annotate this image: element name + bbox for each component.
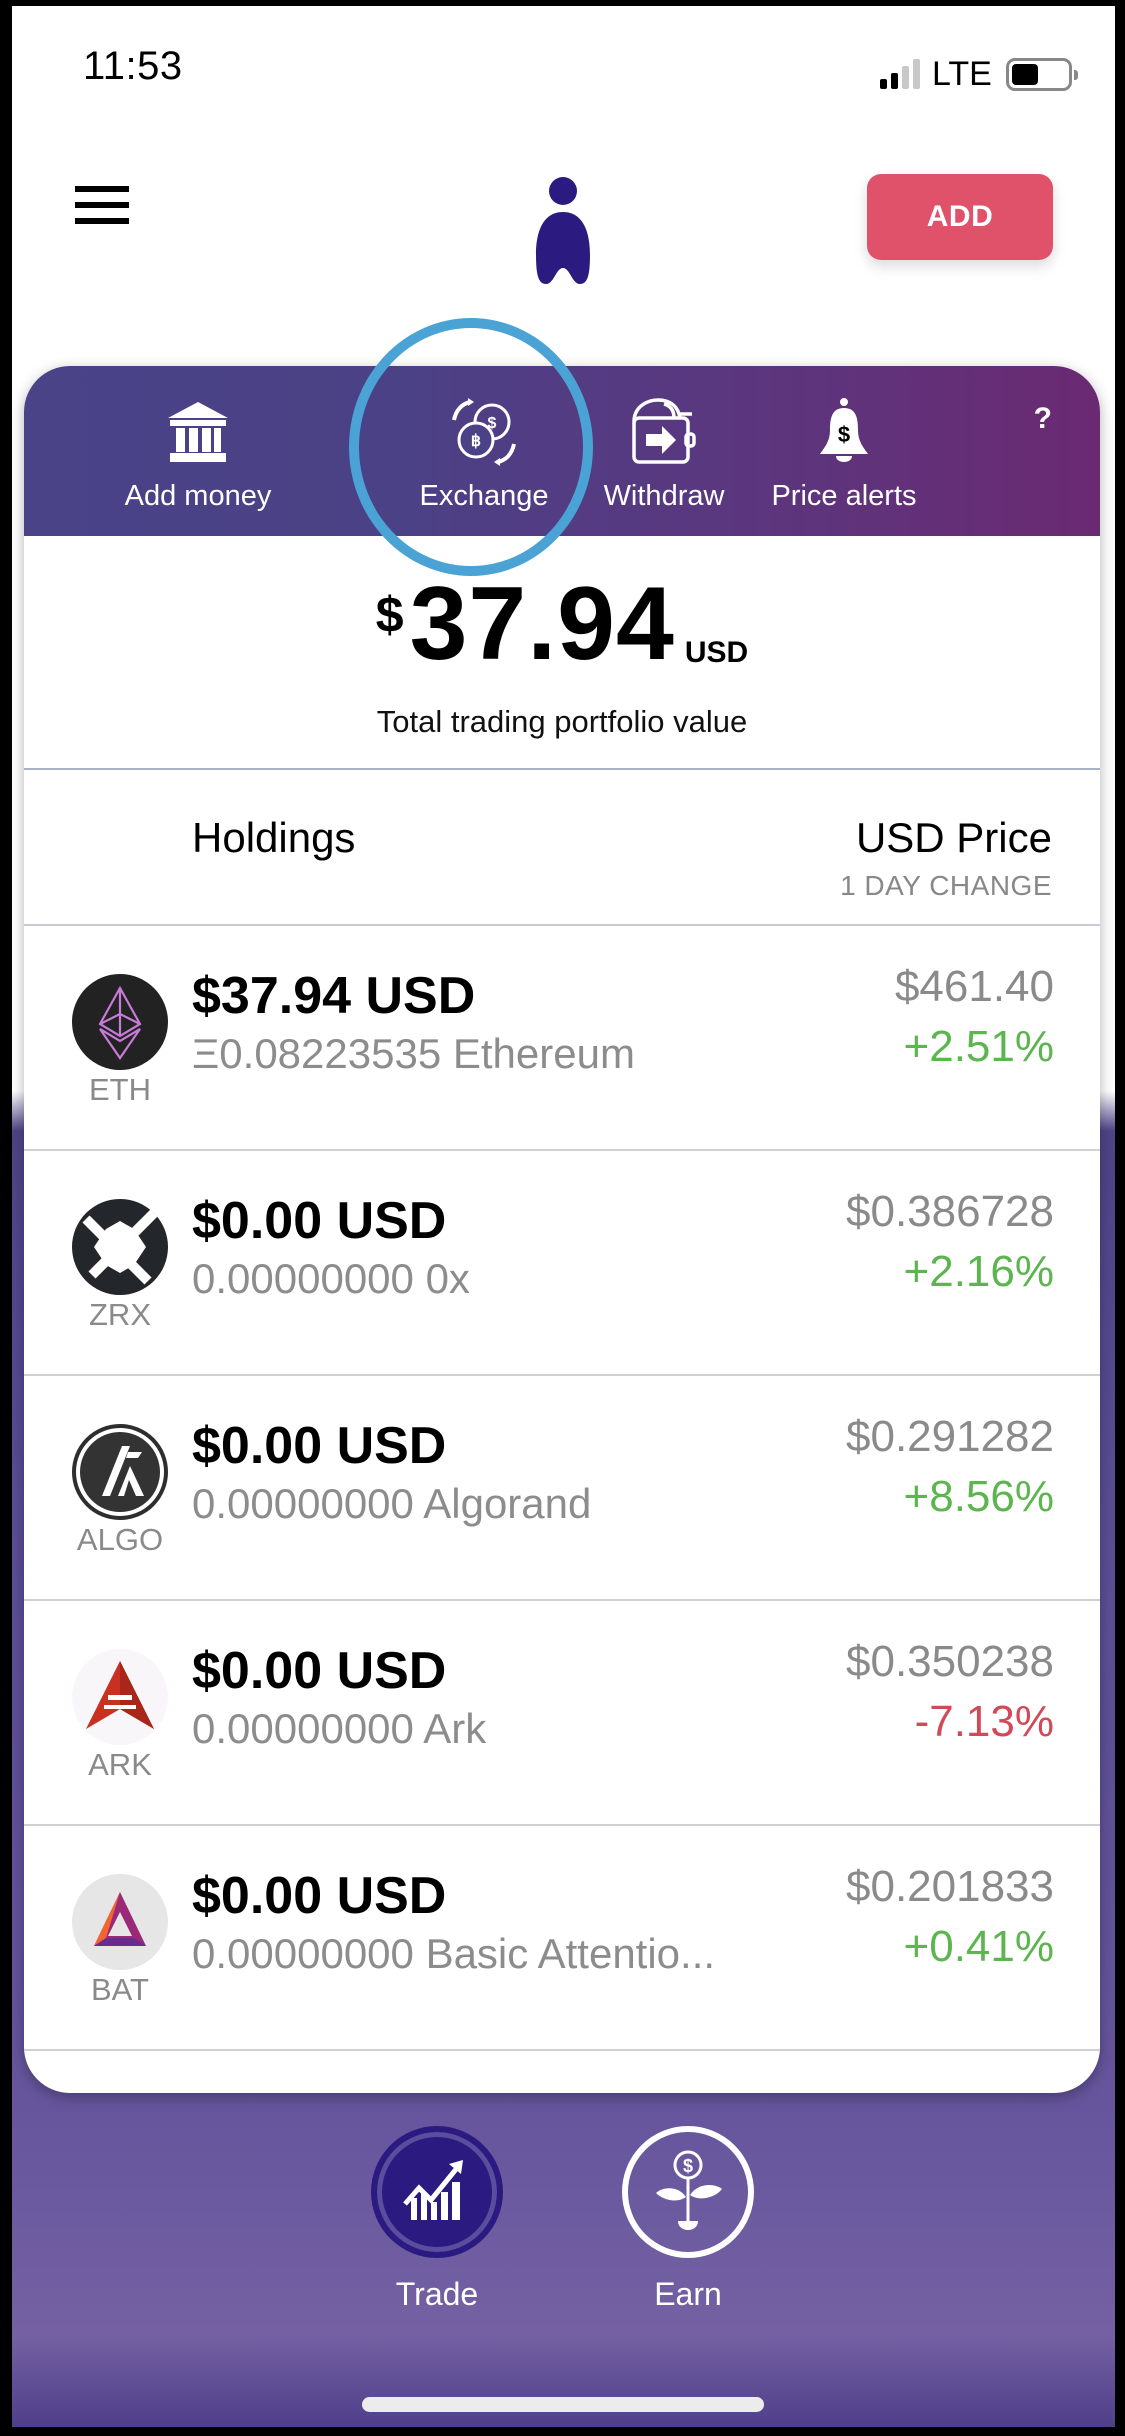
action-label: Withdraw [603, 480, 725, 512]
action-withdraw[interactable]: Withdraw [589, 396, 739, 513]
holding-usd-value: $0.00 USD [192, 1642, 447, 1700]
currency-symbol: $ [375, 587, 404, 643]
holdings-list: ETH $37.94 USD Ξ0.08223535 Ethereum $461… [24, 926, 1100, 2051]
network-label: LTE [932, 54, 992, 93]
action-label: Add money [124, 480, 272, 512]
status-indicators: LTE [880, 54, 1078, 93]
holding-row-algo[interactable]: ALGO $0.00 USD 0.00000000 Algorand $0.29… [24, 1376, 1100, 1601]
algorand-icon [72, 1424, 168, 1520]
exchange-coins-icon: $ ฿ [452, 398, 516, 466]
money-plant-icon: $ [656, 2150, 722, 2230]
usd-price-heading: USD Price [855, 814, 1052, 861]
app-screen: 11:53 LTE ADD Add money $ ฿ Exchange Wit… [12, 6, 1115, 2427]
svg-text:$: $ [838, 422, 850, 447]
action-exchange[interactable]: $ ฿ Exchange [409, 396, 559, 513]
day-change: +2.16% [903, 1247, 1054, 1296]
status-time: 11:53 [83, 44, 183, 88]
help-button[interactable]: ? [1034, 402, 1052, 436]
holding-quantity: 0.00000000 Ark [192, 1705, 487, 1752]
holding-row-ark[interactable]: ARK $0.00 USD 0.00000000 Ark $0.350238 -… [24, 1601, 1100, 1826]
signal-icon [880, 59, 920, 89]
svg-text:$: $ [683, 2156, 693, 2176]
wallet-withdraw-icon [632, 398, 696, 464]
ethereum-icon [72, 974, 168, 1070]
add-button[interactable]: ADD [867, 174, 1053, 260]
portfolio-caption: Total trading portfolio value [376, 704, 748, 739]
action-add-money[interactable]: Add money [123, 396, 273, 513]
svg-text:฿: ฿ [471, 433, 481, 450]
holding-usd-value: $0.00 USD [192, 1192, 447, 1250]
day-change: +2.51% [903, 1022, 1054, 1071]
action-label: Price alerts [771, 480, 917, 512]
bank-icon [168, 402, 228, 462]
chart-growth-icon [403, 2160, 463, 2220]
holding-usd-value: $0.00 USD [192, 1867, 447, 1925]
holding-usd-value: $37.94 USD [192, 967, 476, 1025]
bat-icon [72, 1874, 168, 1970]
nav-label: Earn [654, 2276, 722, 2312]
action-price-alerts[interactable]: $ Price alerts [759, 396, 929, 513]
holdings-header: Holdings USD Price 1 DAY CHANGE [24, 772, 1100, 926]
day-change-heading: 1 DAY CHANGE [840, 870, 1052, 901]
portfolio-card: Add money $ ฿ Exchange Withdraw $ Price … [24, 366, 1100, 2093]
coin-price: $0.201833 [846, 1862, 1054, 1911]
holding-quantity: 0.00000000 Algorand [192, 1480, 592, 1527]
holding-row-zrx[interactable]: ZRX $0.00 USD 0.00000000 0x $0.386728 +2… [24, 1151, 1100, 1376]
coin-ticker: ALGO [76, 1522, 164, 1557]
holding-quantity: 0.00000000 0x [192, 1255, 470, 1302]
day-change: +8.56% [903, 1472, 1054, 1521]
holdings-heading: Holdings [192, 814, 356, 861]
home-indicator[interactable] [362, 2397, 764, 2412]
holding-quantity: 0.00000000 Basic Attentio... [192, 1930, 716, 1977]
battery-icon [1005, 57, 1078, 91]
portfolio-total: $ 37.94 USD Total trading portfolio valu… [24, 536, 1100, 770]
holding-row-bat[interactable]: BAT $0.00 USD 0.00000000 Basic Attentio.… [24, 1826, 1100, 2051]
coin-ticker: ETH [89, 1072, 151, 1107]
portfolio-value: 37.94 [409, 566, 675, 682]
coin-ticker: ZRX [89, 1297, 151, 1332]
coin-ticker: BAT [91, 1972, 149, 2007]
person-logo [536, 177, 590, 284]
day-change: +0.41% [903, 1922, 1054, 1971]
holding-row-eth[interactable]: ETH $37.94 USD Ξ0.08223535 Ethereum $461… [24, 926, 1100, 1151]
coin-price: $0.291282 [846, 1412, 1054, 1461]
coin-price: $0.350238 [846, 1637, 1054, 1686]
coin-price: $0.386728 [846, 1187, 1054, 1236]
quick-actions-bar: Add money $ ฿ Exchange Withdraw $ Price … [24, 366, 1100, 536]
holding-usd-value: $0.00 USD [192, 1417, 447, 1475]
portfolio-currency: USD [684, 636, 749, 669]
nav-label: Trade [395, 2276, 479, 2312]
zrx-icon [72, 1199, 168, 1295]
nav-earn[interactable]: $ Earn [613, 2126, 763, 2313]
bell-dollar-icon: $ [820, 398, 868, 462]
nav-trade[interactable]: Trade [362, 2126, 512, 2313]
menu-button[interactable] [75, 186, 129, 224]
holding-quantity: Ξ0.08223535 Ethereum [192, 1030, 635, 1077]
day-change: -7.13% [914, 1697, 1054, 1746]
coin-price: $461.40 [894, 962, 1054, 1011]
action-label: Exchange [419, 480, 549, 512]
coin-ticker: ARK [88, 1747, 152, 1782]
ark-icon [72, 1649, 168, 1745]
hamburger-icon [75, 186, 129, 192]
svg-text:$: $ [488, 415, 497, 432]
